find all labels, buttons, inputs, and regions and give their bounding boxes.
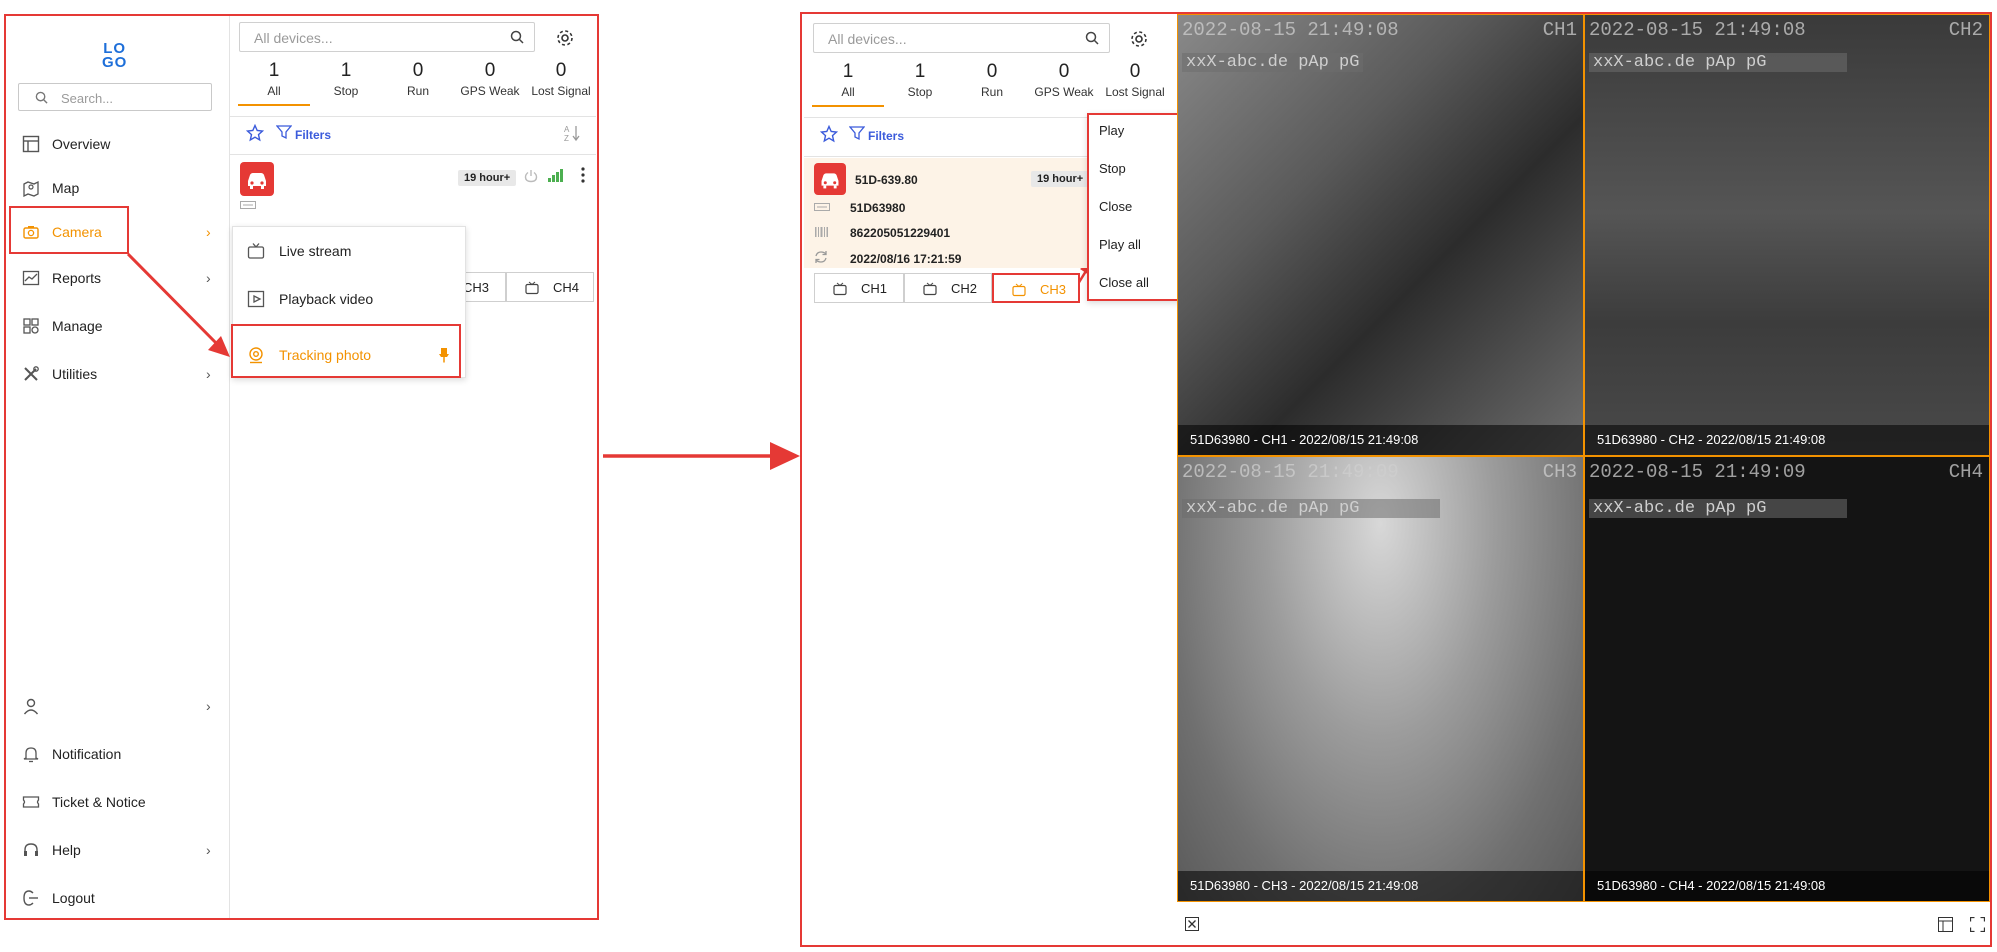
stat-active-underline <box>812 105 884 107</box>
imei-barcode-icon <box>814 227 830 237</box>
close-video-icon[interactable] <box>1185 917 1199 931</box>
refresh-icon <box>814 250 828 264</box>
video-caption: 51D63980 - CH1 - 2022/08/15 21:49:08 <box>1190 432 1419 447</box>
video-caption: 51D63980 - CH4 - 2022/08/15 21:49:08 <box>1597 878 1826 893</box>
search-icon <box>1085 31 1099 45</box>
tv-icon <box>923 282 937 296</box>
channel-ch3-button[interactable]: CH3 <box>992 273 1080 303</box>
tv-icon <box>833 282 847 296</box>
device-id-icon <box>814 203 830 211</box>
duration-badge: 19 hour+ <box>1031 171 1090 187</box>
video-caption: 51D63980 - CH2 - 2022/08/15 21:49:08 <box>1597 432 1826 447</box>
video-tile-ch2[interactable]: 2022-08-15 21:49:08 CH2 xxX-abc.de pAp p… <box>1584 14 1990 456</box>
context-close[interactable]: Close <box>1099 199 1132 214</box>
channel-context-menu: Play Stop Close Play all Close all <box>1087 113 1183 301</box>
star-icon[interactable] <box>820 125 838 143</box>
stat-lost-signal[interactable]: 0 Lost Signal <box>1099 61 1171 99</box>
device-search-input[interactable]: All devices... <box>813 23 1110 53</box>
stat-gps-weak[interactable]: 0 GPS Weak <box>1028 61 1100 99</box>
context-close-all[interactable]: Close all <box>1099 275 1149 290</box>
fullscreen-icon[interactable] <box>1970 917 1985 932</box>
video-caption: 51D63980 - CH3 - 2022/08/15 21:49:08 <box>1190 878 1419 893</box>
channel-ch1-button[interactable]: CH1 <box>814 273 904 303</box>
video-tile-ch3[interactable]: 2022-08-15 21:49:09 CH3 xxX-abc.de pAp p… <box>1177 456 1584 902</box>
context-play-all[interactable]: Play all <box>1099 237 1141 252</box>
vehicle-device-id: 51D63980 <box>850 201 906 215</box>
tv-icon <box>1012 283 1026 297</box>
stat-run[interactable]: 0 Run <box>956 61 1028 99</box>
video-tile-ch4[interactable]: 2022-08-15 21:49:09 CH4 xxX-abc.de pAp p… <box>1584 456 1990 902</box>
filter-icon[interactable] <box>849 125 865 141</box>
video-tile-ch1[interactable]: 2022-08-15 21:49:08 CH1 xxX-abc.de pAp p… <box>1177 14 1584 456</box>
filters-link[interactable]: Filters <box>868 129 904 143</box>
context-play[interactable]: Play <box>1099 123 1124 138</box>
channel-ch2-button[interactable]: CH2 <box>904 273 992 303</box>
vehicle-last-update: 2022/08/16 17:21:59 <box>850 252 962 266</box>
context-stop[interactable]: Stop <box>1099 161 1126 176</box>
layout-grid-icon[interactable] <box>1938 917 1953 932</box>
vehicle-imei: 862205051229401 <box>850 226 951 240</box>
settings-gear-icon[interactable] <box>1129 29 1149 49</box>
stat-stop[interactable]: 1 Stop <box>884 61 956 99</box>
vehicle-car-icon <box>814 163 846 195</box>
stat-all[interactable]: 1 All <box>812 61 884 99</box>
vehicle-plate: 51D-639.80 <box>855 173 918 187</box>
